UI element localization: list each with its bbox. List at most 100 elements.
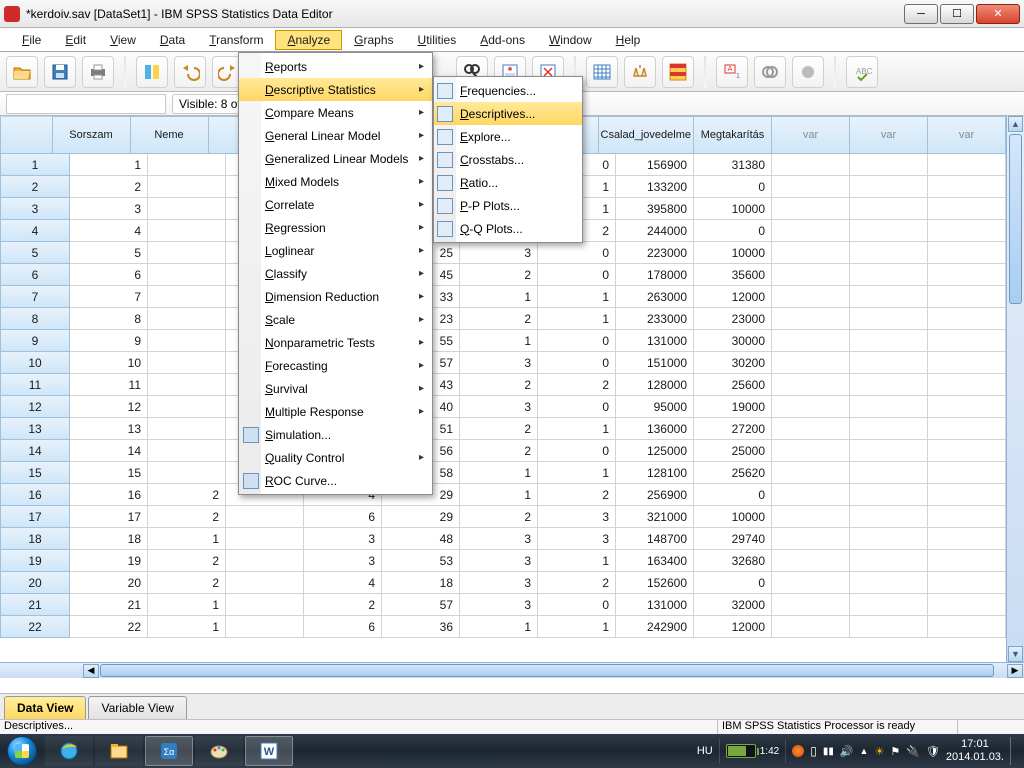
cell[interactable]: 14 (70, 440, 148, 462)
split-file-button[interactable] (662, 56, 694, 88)
cell[interactable]: 3 (538, 528, 616, 550)
cell[interactable] (850, 176, 928, 198)
cell[interactable]: 36 (382, 616, 460, 638)
cell[interactable] (772, 616, 850, 638)
row-header[interactable]: 13 (0, 418, 70, 440)
horizontal-scrollbar[interactable]: ◀ ▶ (0, 662, 1024, 678)
cell[interactable] (850, 484, 928, 506)
cell[interactable]: 152600 (616, 572, 694, 594)
cell[interactable]: 0 (694, 176, 772, 198)
cell[interactable]: 2 (304, 594, 382, 616)
cell[interactable] (148, 242, 226, 264)
cell[interactable]: 1 (538, 308, 616, 330)
cell[interactable]: 2 (148, 550, 226, 572)
cell[interactable] (148, 462, 226, 484)
cell[interactable] (772, 374, 850, 396)
cell[interactable]: 4 (304, 572, 382, 594)
cell[interactable] (226, 616, 304, 638)
cell[interactable] (772, 396, 850, 418)
column-header[interactable]: Sorszam (53, 116, 131, 154)
cell[interactable]: 15 (70, 462, 148, 484)
cell[interactable] (772, 572, 850, 594)
submenu-item-frequencies-[interactable]: Frequencies... (434, 79, 582, 102)
cell[interactable]: 18 (382, 572, 460, 594)
tab-variable-view[interactable]: Variable View (88, 696, 186, 719)
cell[interactable] (928, 484, 1006, 506)
menu-transform[interactable]: Transform (197, 30, 275, 50)
cell[interactable]: 2 (460, 374, 538, 396)
menu-item-mixed-models[interactable]: Mixed Models▸ (239, 170, 432, 193)
menu-utilities[interactable]: Utilities (406, 30, 469, 50)
cell[interactable]: 16 (70, 484, 148, 506)
cell[interactable] (928, 176, 1006, 198)
cell[interactable] (148, 440, 226, 462)
cell[interactable] (850, 462, 928, 484)
row-header[interactable]: 22 (0, 616, 70, 638)
goto-cell-input[interactable] (6, 94, 166, 114)
cell[interactable]: 321000 (616, 506, 694, 528)
system-tray[interactable]: HU 1:42 ▯ ▮▮ 🔊 ▲ ☀ ⚑ 🔌 🛡 17:01 2014.01.0… (697, 737, 1024, 765)
cell[interactable]: 10000 (694, 242, 772, 264)
cell[interactable]: 0 (694, 220, 772, 242)
tray-caret-icon[interactable]: ▲ (860, 746, 869, 756)
cell[interactable]: 10000 (694, 506, 772, 528)
cell[interactable]: 48 (382, 528, 460, 550)
cell[interactable]: 27200 (694, 418, 772, 440)
descriptive-statistics-submenu[interactable]: Frequencies...Descriptives...Explore...C… (433, 76, 583, 243)
cell[interactable]: 10 (70, 352, 148, 374)
cell[interactable] (772, 594, 850, 616)
cell[interactable] (772, 264, 850, 286)
cell[interactable]: 3 (460, 572, 538, 594)
menu-item-generalized-linear-models[interactable]: Generalized Linear Models▸ (239, 147, 432, 170)
column-header[interactable]: Csalad_jovedelme (599, 116, 695, 154)
cell[interactable] (772, 528, 850, 550)
cell[interactable]: 1 (538, 616, 616, 638)
use-sets-button[interactable] (754, 56, 786, 88)
menu-item-descriptive-statistics[interactable]: Descriptive Statistics▸ (239, 78, 432, 101)
cell[interactable]: 1 (70, 154, 148, 176)
row-header[interactable]: 18 (0, 528, 70, 550)
taskbar[interactable]: Σα W HU 1:42 ▯ ▮▮ 🔊 ▲ ☀ ⚑ 🔌 🛡 17:01 2014… (0, 734, 1024, 768)
cell[interactable] (772, 440, 850, 462)
menu-help[interactable]: Help (604, 30, 653, 50)
cell[interactable]: 1 (460, 330, 538, 352)
cell[interactable] (928, 418, 1006, 440)
cell[interactable] (850, 440, 928, 462)
column-header[interactable]: var (928, 116, 1006, 154)
taskbar-paint[interactable] (195, 736, 243, 766)
cell[interactable] (928, 264, 1006, 286)
cell[interactable] (850, 352, 928, 374)
cell[interactable]: 22 (70, 616, 148, 638)
cell[interactable]: 13 (70, 418, 148, 440)
cell[interactable] (850, 220, 928, 242)
cell[interactable] (928, 572, 1006, 594)
menu-item-forecasting[interactable]: Forecasting▸ (239, 354, 432, 377)
menu-window[interactable]: Window (537, 30, 604, 50)
cell[interactable]: 1 (538, 286, 616, 308)
row-header[interactable]: 11 (0, 374, 70, 396)
cell[interactable]: 1 (148, 594, 226, 616)
cell[interactable] (928, 594, 1006, 616)
minimize-button[interactable]: ─ (904, 4, 938, 24)
cell[interactable] (226, 594, 304, 616)
cell[interactable]: 133200 (616, 176, 694, 198)
cell[interactable]: 242900 (616, 616, 694, 638)
cell[interactable]: 131000 (616, 330, 694, 352)
scroll-up-button[interactable]: ▲ (1008, 116, 1023, 132)
submenu-item-p-p-plots-[interactable]: P-P Plots... (434, 194, 582, 217)
cell[interactable]: 151000 (616, 352, 694, 374)
start-button[interactable] (0, 734, 44, 768)
cell[interactable] (928, 462, 1006, 484)
cell[interactable] (148, 264, 226, 286)
cell[interactable]: 2 (460, 264, 538, 286)
tab-data-view[interactable]: Data View (4, 696, 86, 719)
taskbar-ie[interactable] (45, 736, 93, 766)
cell[interactable] (148, 374, 226, 396)
cell[interactable] (772, 418, 850, 440)
row-header[interactable]: 16 (0, 484, 70, 506)
cell[interactable]: 17 (70, 506, 148, 528)
cell[interactable] (928, 550, 1006, 572)
cell[interactable]: 3 (460, 528, 538, 550)
cell[interactable]: 125000 (616, 440, 694, 462)
cell[interactable]: 23000 (694, 308, 772, 330)
